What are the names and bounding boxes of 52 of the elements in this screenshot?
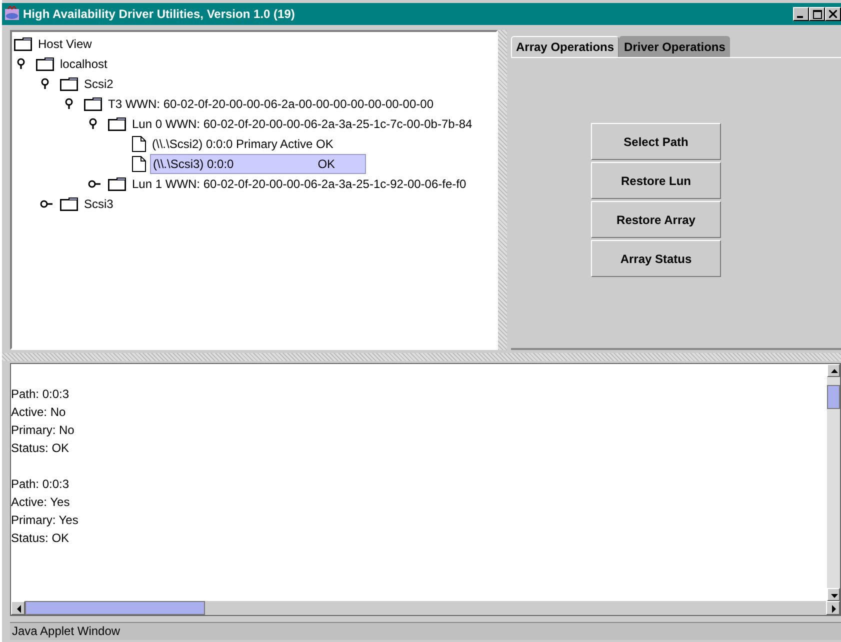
output-line: Primary: Yes	[11, 512, 80, 529]
vertical-scrollbar[interactable]	[827, 364, 840, 601]
app-icon	[4, 6, 20, 22]
splitter-handle[interactable]	[2, 353, 841, 361]
action-button[interactable]: Select Path	[591, 123, 721, 160]
document-icon	[132, 136, 146, 152]
folder-icon	[36, 57, 54, 71]
action-button[interactable]: Restore Lun	[591, 162, 721, 199]
output-line: Active: No	[11, 404, 67, 421]
maximize-icon[interactable]	[812, 10, 822, 18]
collapsed-handle-icon[interactable]	[88, 178, 102, 190]
maximize-button[interactable]	[809, 7, 825, 21]
scroll-down-icon[interactable]	[827, 588, 840, 601]
scroll-right-icon[interactable]	[826, 601, 840, 615]
horizontal-scrollbar[interactable]	[11, 601, 840, 615]
close-button[interactable]	[825, 7, 841, 21]
folder-icon	[108, 177, 126, 191]
window-title: High Availability Driver Utilities, Version 1.0 (19)	[23, 7, 296, 21]
folder-icon	[84, 97, 102, 111]
splitter-handle[interactable]	[498, 30, 507, 350]
scroll-thumb[interactable]	[25, 601, 205, 615]
tree-node[interactable]: Lun 1 WWN: 60-02-0f-20-00-00-06-2a-3a-25-1c-92-00-06-fe-f0	[130, 175, 468, 193]
folder-icon	[60, 77, 78, 91]
action-button[interactable]: Restore Array	[591, 201, 721, 238]
tab[interactable]: Array Operations	[511, 36, 620, 57]
output-line: Status: OK	[11, 530, 70, 547]
output-line: Path: 0:0:3	[11, 386, 70, 403]
tree-node[interactable]: (\\.\Scsi2) 0:0:0 Primary Active OK	[150, 135, 336, 153]
close-icon[interactable]	[829, 10, 837, 18]
output-line: Status: OK	[11, 440, 70, 457]
tree-node[interactable]: (\\.\Scsi3) 0:0:0 OK	[150, 154, 366, 174]
scroll-up-icon[interactable]	[827, 364, 840, 377]
scroll-thumb[interactable]	[827, 385, 840, 409]
action-button[interactable]: Array Status	[591, 240, 721, 277]
tree-node[interactable]: Host View	[36, 35, 94, 53]
tree-node[interactable]: Scsi2	[82, 75, 116, 93]
collapsed-handle-icon[interactable]	[40, 198, 54, 210]
tree-node[interactable]: T3 WWN: 60-02-0f-20-00-00-06-2a-00-00-00-00-00-00-00-00	[106, 95, 436, 113]
output-line: Active: Yes	[11, 494, 71, 511]
minimize-button[interactable]	[793, 7, 809, 21]
scroll-left-icon[interactable]	[11, 601, 25, 615]
folder-icon	[14, 37, 32, 51]
document-icon	[132, 156, 146, 172]
folder-icon	[108, 117, 126, 131]
tree-node[interactable]: Scsi3	[82, 195, 116, 213]
folder-icon	[60, 197, 78, 211]
tree-node[interactable]: localhost	[58, 55, 110, 73]
output-line: Path: 0:0:3	[11, 476, 70, 493]
status-bar: Java Applet Window	[10, 622, 841, 640]
tab[interactable]: Driver Operations	[619, 36, 730, 57]
output-line: Primary: No	[11, 422, 76, 439]
tree-node[interactable]: Lun 0 WWN: 60-02-0f-20-00-00-06-2a-3a-25-1c-7c-00-0b-7b-84	[130, 115, 474, 133]
